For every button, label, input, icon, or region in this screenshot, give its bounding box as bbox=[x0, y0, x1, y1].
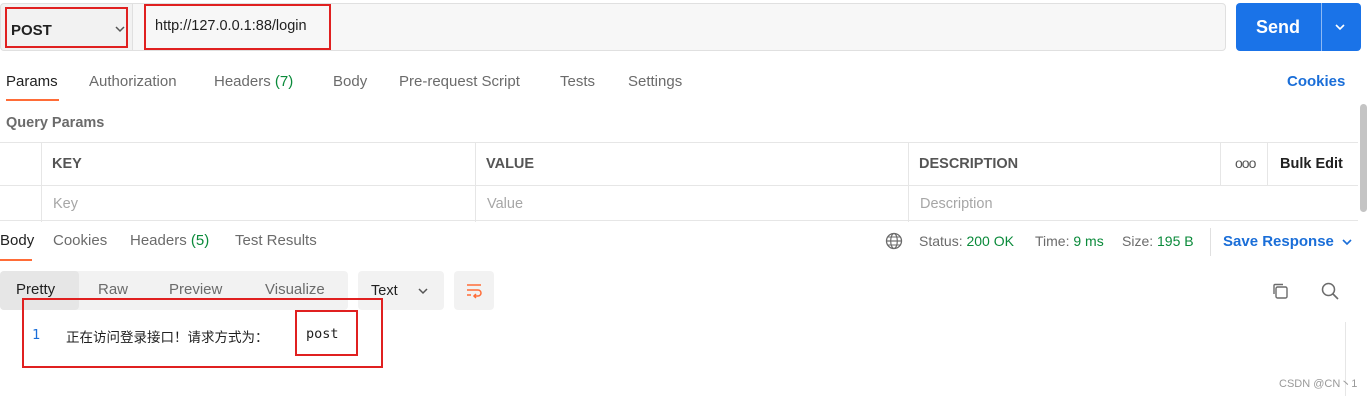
tab-pre-request-script[interactable]: Pre-request Script bbox=[399, 73, 520, 90]
view-tab-raw[interactable]: Raw bbox=[98, 281, 128, 298]
view-tab-visualize[interactable]: Visualize bbox=[265, 281, 325, 298]
save-response-button[interactable]: Save Response bbox=[1223, 233, 1334, 250]
size-label: Size: bbox=[1122, 233, 1154, 249]
status-separator bbox=[1210, 228, 1211, 256]
copy-icon[interactable] bbox=[1270, 281, 1290, 301]
table-divider bbox=[0, 185, 1358, 186]
time-label: Time: bbox=[1035, 233, 1070, 249]
wrap-lines-icon bbox=[467, 284, 482, 299]
table-divider bbox=[1220, 143, 1221, 185]
tab-params-underline bbox=[6, 99, 59, 101]
tab-params[interactable]: Params bbox=[6, 73, 58, 90]
response-tab-headers[interactable]: Headers (5) bbox=[130, 232, 209, 249]
watermark: CSDN @CN丶1 bbox=[1279, 378, 1358, 390]
response-tab-underline bbox=[0, 259, 32, 261]
url-highlight-box bbox=[144, 4, 331, 50]
search-icon[interactable] bbox=[1320, 281, 1340, 301]
send-label: Send bbox=[1256, 17, 1301, 37]
globe-icon[interactable] bbox=[885, 232, 903, 250]
size-readout: Size: 195 B bbox=[1122, 233, 1194, 249]
headers-count: (7) bbox=[274, 73, 294, 90]
send-button[interactable]: Send bbox=[1236, 3, 1361, 51]
time-value: 9 ms bbox=[1073, 233, 1104, 249]
table-divider bbox=[1267, 143, 1268, 185]
tab-headers[interactable]: Headers (7) bbox=[214, 73, 293, 90]
response-headers-label: Headers bbox=[130, 232, 187, 249]
view-tab-preview[interactable]: Preview bbox=[169, 281, 222, 298]
tab-settings[interactable]: Settings bbox=[628, 73, 682, 90]
chevron-down-icon[interactable] bbox=[1333, 20, 1347, 34]
tab-body[interactable]: Body bbox=[333, 73, 367, 90]
chevron-down-icon bbox=[418, 288, 428, 295]
params-table: KEY VALUE DESCRIPTION ooo Bulk Edit Key … bbox=[0, 142, 1358, 222]
method-value-highlight-box bbox=[295, 310, 358, 356]
column-header-description: DESCRIPTION bbox=[919, 156, 1019, 172]
more-options-icon[interactable]: ooo bbox=[1235, 155, 1256, 171]
description-input[interactable]: Description bbox=[920, 196, 993, 212]
tab-tests[interactable]: Tests bbox=[560, 73, 595, 90]
response-tab-test-results[interactable]: Test Results bbox=[235, 232, 317, 249]
cookies-link[interactable]: Cookies bbox=[1287, 73, 1345, 90]
bulk-edit-button[interactable]: Bulk Edit bbox=[1280, 156, 1343, 172]
wrap-lines-button[interactable] bbox=[454, 271, 494, 310]
response-tab-body[interactable]: Body bbox=[0, 232, 34, 249]
chevron-down-icon[interactable] bbox=[1340, 235, 1354, 249]
response-tab-cookies[interactable]: Cookies bbox=[53, 232, 107, 249]
value-input[interactable]: Value bbox=[487, 196, 523, 212]
key-input[interactable]: Key bbox=[53, 196, 78, 212]
format-label: Text bbox=[371, 283, 398, 299]
status-value: 200 OK bbox=[966, 233, 1014, 249]
table-divider bbox=[41, 143, 42, 222]
status-readout: Status: 200 OK bbox=[919, 233, 1014, 249]
view-tab-pretty[interactable]: Pretty bbox=[16, 281, 55, 298]
status-label: Status: bbox=[919, 233, 963, 249]
table-divider bbox=[908, 143, 909, 222]
query-params-title: Query Params bbox=[6, 115, 105, 131]
method-highlight-box bbox=[5, 7, 128, 48]
column-header-value: VALUE bbox=[486, 156, 535, 172]
tab-headers-label: Headers bbox=[214, 73, 271, 90]
scrollbar[interactable] bbox=[1360, 104, 1367, 212]
time-readout: Time: 9 ms bbox=[1035, 233, 1104, 249]
send-divider bbox=[1321, 3, 1322, 51]
response-headers-count: (5) bbox=[190, 232, 210, 249]
column-header-key: KEY bbox=[52, 156, 82, 172]
table-divider bbox=[475, 143, 476, 222]
tab-authorization[interactable]: Authorization bbox=[89, 73, 177, 90]
size-value: 195 B bbox=[1157, 233, 1194, 249]
